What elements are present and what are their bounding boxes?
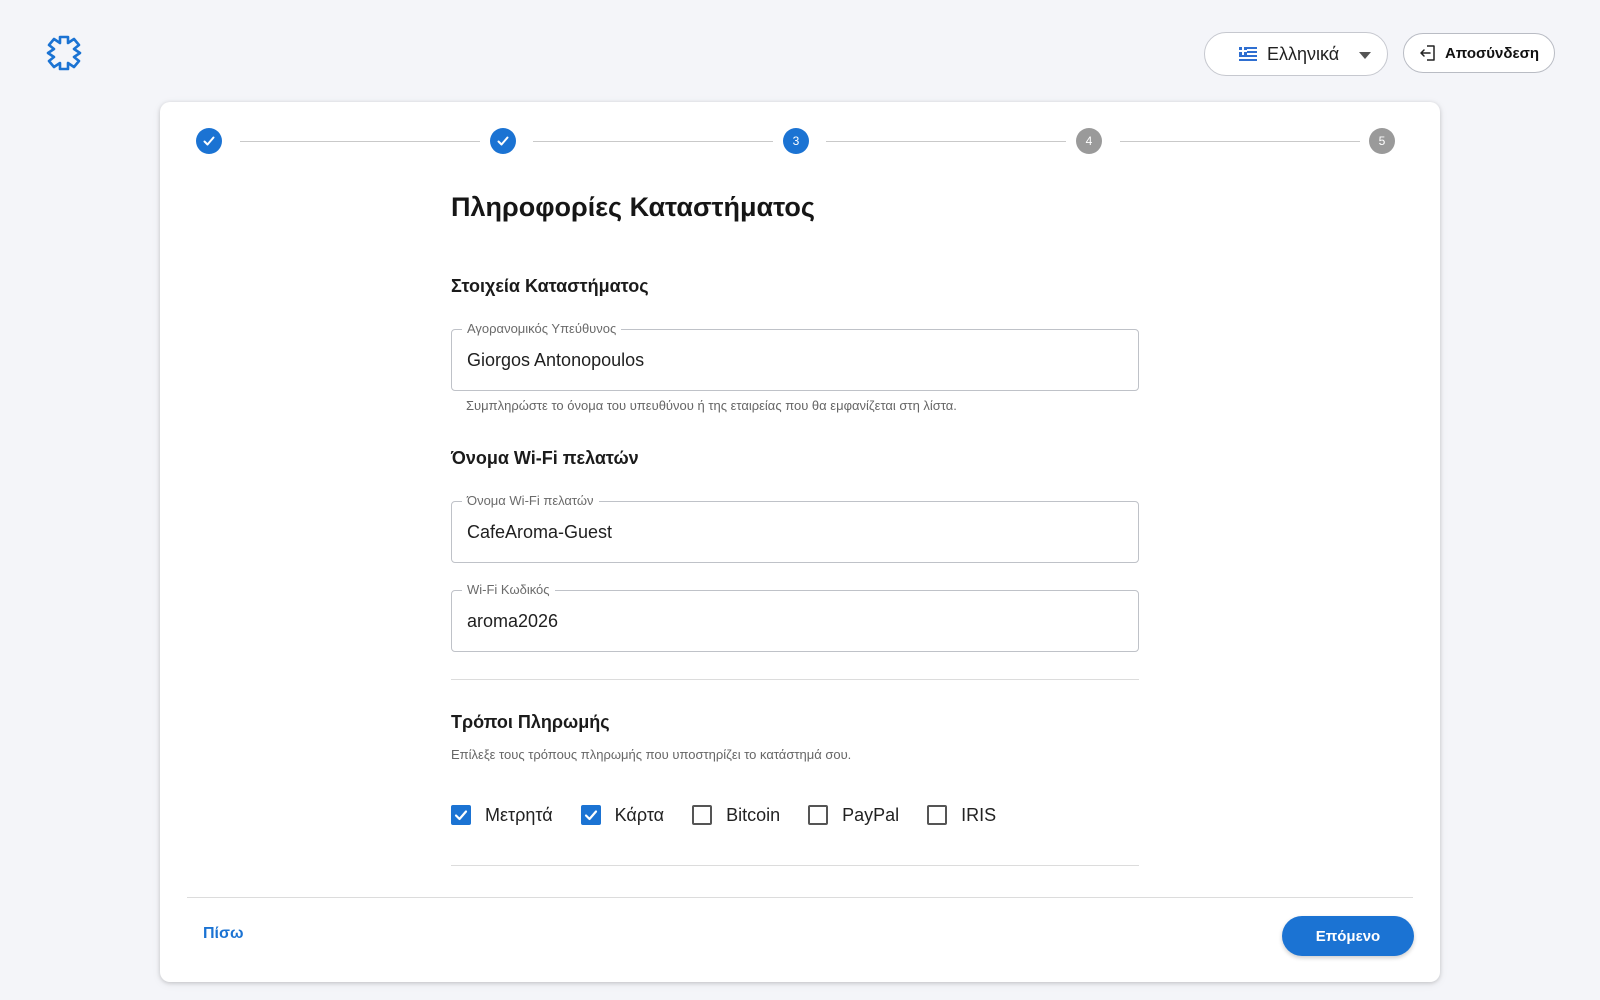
- chevron-down-icon: [1359, 52, 1371, 59]
- language-label: Ελληνικά: [1267, 43, 1340, 64]
- payment-option-label: IRIS: [961, 804, 997, 825]
- payment-option-bitcoin[interactable]: Bitcoin: [692, 805, 780, 826]
- check-icon: [203, 136, 215, 146]
- merchant-field-label: Αγορανομικός Υπεύθυνος: [462, 321, 622, 337]
- checkbox-unchecked[interactable]: [808, 805, 829, 825]
- section-divider: [451, 679, 1139, 680]
- checkbox-unchecked[interactable]: [927, 805, 948, 825]
- step-1: [196, 128, 222, 154]
- language-select[interactable]: Ελληνικά: [1204, 32, 1388, 76]
- payment-option-label: Κάρτα: [614, 804, 665, 825]
- payment-option-iris[interactable]: IRIS: [927, 805, 996, 826]
- merchant-field[interactable]: Αγορανομικός Υπεύθυνος: [451, 321, 1139, 391]
- payment-description: Επίλεξε τους τρόπους πληρωμής που υποστη…: [451, 747, 852, 762]
- step-connector: [533, 141, 773, 142]
- wifi-name-label: Όνομα Wi-Fi πελατών: [462, 493, 599, 509]
- wifi-password-field[interactable]: Wi-Fi Κωδικός: [451, 582, 1139, 652]
- back-button[interactable]: Πίσω: [203, 925, 243, 943]
- step-connector: [826, 141, 1066, 142]
- check-icon: [584, 810, 597, 821]
- payment-option-label: PayPal: [842, 804, 900, 825]
- greek-flag-icon: [1239, 47, 1257, 61]
- check-icon: [454, 810, 468, 821]
- payment-option-label: Μετρητά: [485, 804, 553, 825]
- step-3: 3: [783, 128, 809, 154]
- logout-icon: [1420, 45, 1435, 61]
- merchant-input[interactable]: [467, 347, 1123, 373]
- stepper: 3 4 5: [160, 102, 1440, 182]
- step-4: 4: [1076, 128, 1102, 154]
- payment-option-label: Bitcoin: [726, 804, 781, 825]
- merchant-helper-text: Συμπληρώστε το όνομα του υπευθύνου ή της…: [466, 398, 957, 413]
- checkbox-checked[interactable]: [451, 805, 471, 825]
- payment-option-paypal[interactable]: PayPal: [808, 805, 899, 826]
- wifi-name-input[interactable]: [467, 519, 1123, 545]
- payment-options: Μετρητά Κάρτα Bitcoin PayPal IRIS: [451, 803, 1024, 827]
- logout-button[interactable]: Αποσύνδεση: [1403, 33, 1555, 73]
- footer-divider: [187, 897, 1413, 898]
- wifi-name-field[interactable]: Όνομα Wi-Fi πελατών: [451, 493, 1139, 563]
- wizard-card: 3 4 5 Πληροφορίες Καταστήματος Στοιχεία …: [160, 102, 1440, 982]
- payment-option-cash[interactable]: Μετρητά: [451, 805, 553, 826]
- store-section-title: Στοιχεία Καταστήματος: [451, 276, 649, 296]
- step-5: 5: [1369, 128, 1395, 154]
- next-button[interactable]: Επόμενο: [1282, 916, 1414, 956]
- section-divider: [451, 865, 1139, 866]
- page-title: Πληροφορίες Καταστήματος: [451, 192, 815, 222]
- checkbox-checked[interactable]: [580, 805, 601, 825]
- check-icon: [497, 136, 509, 146]
- puzzle-gear-icon: [46, 35, 82, 71]
- wifi-password-input[interactable]: [467, 608, 1123, 634]
- step-2: [490, 128, 516, 154]
- step-connector: [240, 141, 480, 142]
- logout-label: Αποσύνδεση: [1444, 44, 1540, 62]
- payment-option-card[interactable]: Κάρτα: [580, 804, 665, 826]
- checkbox-unchecked[interactable]: [692, 805, 713, 825]
- step-connector: [1120, 141, 1360, 142]
- wifi-section-title: Όνομα Wi-Fi πελατών: [451, 448, 639, 468]
- wifi-password-label: Wi-Fi Κωδικός: [462, 582, 555, 598]
- payment-section-title: Τρόποι Πληρωμής: [451, 712, 610, 732]
